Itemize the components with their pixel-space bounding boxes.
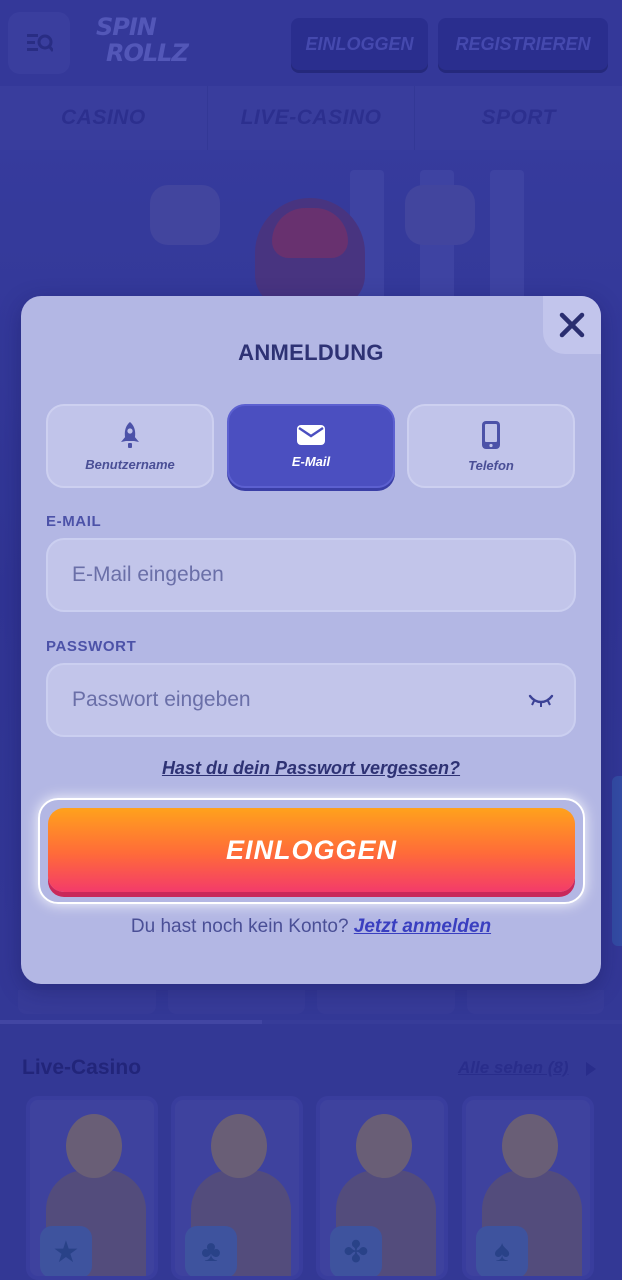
tab-email-label: E-Mail: [291, 453, 331, 469]
tab-email[interactable]: E-Mail: [227, 404, 395, 488]
forgot-password-link[interactable]: Hast du dein Passwort vergessen?: [21, 758, 601, 779]
modal-title: ANMELDUNG: [238, 340, 384, 365]
login-button[interactable]: EINLOGGEN: [48, 808, 575, 892]
password-field[interactable]: [72, 688, 492, 712]
login-button-focus-ring: EINLOGGEN: [38, 798, 585, 904]
envelope-icon: [297, 424, 325, 445]
close-icon: [559, 312, 585, 338]
email-field-wrapper[interactable]: [46, 538, 576, 612]
login-modal: ANMELDUNG Benutzername E-Mail Telefon E-…: [21, 296, 601, 984]
signup-text: Du hast noch kein Konto?: [130, 916, 349, 937]
tab-phone-label: Telefon: [468, 457, 514, 473]
tab-username[interactable]: Benutzername: [46, 404, 214, 488]
tab-phone[interactable]: Telefon: [407, 404, 575, 488]
eye-closed-icon[interactable]: [528, 692, 554, 708]
signup-prompt: Du hast noch kein Konto? Jetzt anmelden: [21, 916, 601, 938]
tab-username-label: Benutzername: [85, 456, 175, 472]
email-label: E-MAIL: [46, 513, 102, 530]
phone-icon: [482, 420, 500, 449]
password-label: PASSWORT: [46, 638, 137, 655]
password-field-wrapper[interactable]: [46, 663, 576, 737]
signup-link[interactable]: Jetzt anmelden: [354, 916, 491, 937]
rocket-icon: [121, 421, 139, 448]
email-field[interactable]: [72, 563, 492, 587]
